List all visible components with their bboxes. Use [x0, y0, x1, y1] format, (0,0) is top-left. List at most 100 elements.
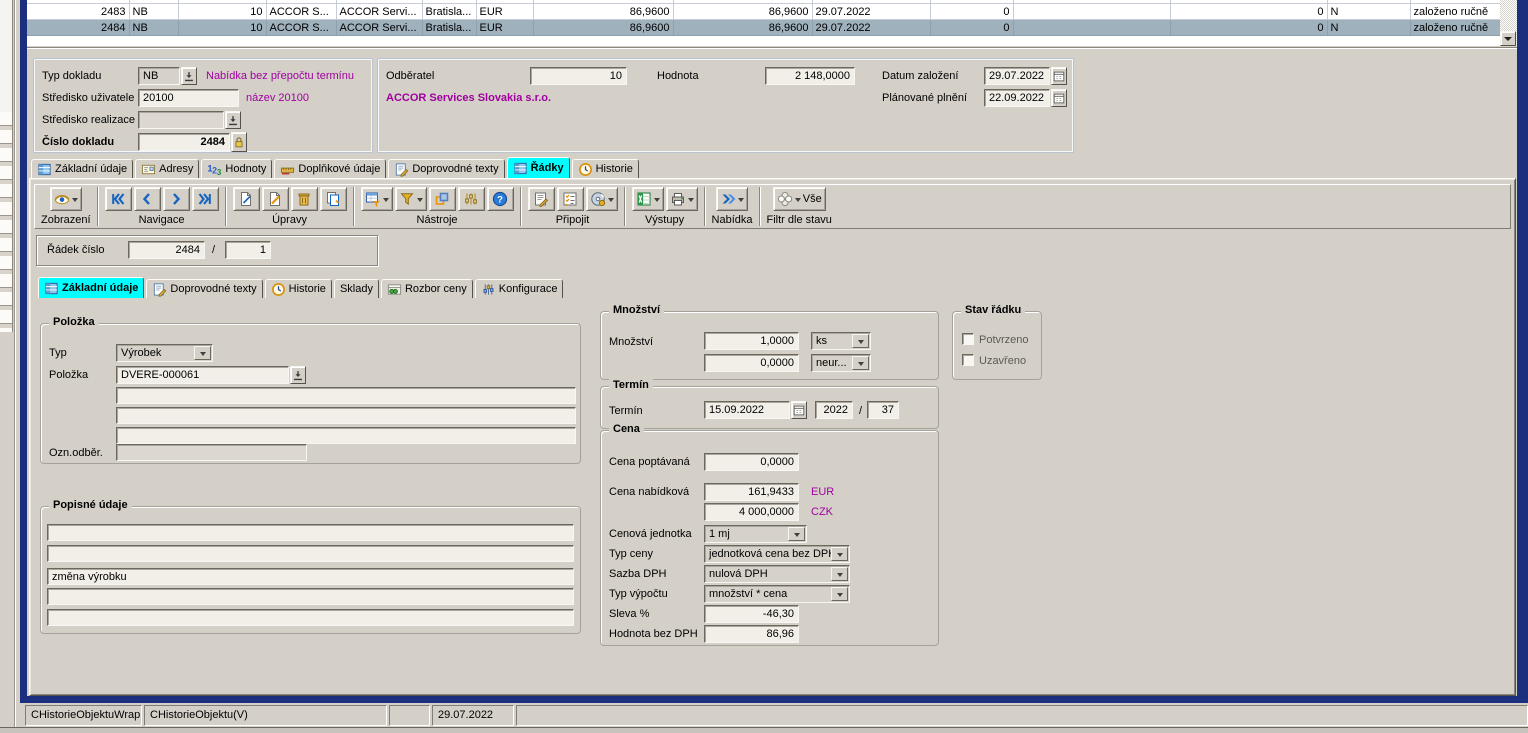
termin-calendar-button[interactable]: [791, 401, 807, 419]
typ-vypoctu-combo[interactable]: množství * cena: [704, 585, 850, 603]
tab-historie[interactable]: Historie: [572, 159, 639, 178]
tab-doplnkove-udaje[interactable]: Doplňkové údaje: [274, 159, 386, 178]
subtab-historie[interactable]: Historie: [265, 279, 332, 298]
polozka-field[interactable]: DVERE-000061: [116, 366, 289, 384]
jednotka-alt-combo[interactable]: neur...: [811, 354, 871, 372]
edit-document-icon: [267, 191, 283, 207]
ozn-odber-field[interactable]: [116, 444, 307, 461]
subtab-sklady[interactable]: Sklady: [334, 279, 379, 298]
popis-line-2[interactable]: [47, 545, 574, 562]
combo-arrow-button[interactable]: [852, 356, 869, 370]
help-button[interactable]: ?: [487, 187, 514, 211]
popis-line-3[interactable]: změna výrobku: [47, 568, 574, 585]
polozka-name-line-2[interactable]: [116, 407, 576, 424]
first-record-button[interactable]: [105, 187, 132, 211]
subtab-konfigurace[interactable]: Konfigurace: [475, 279, 564, 298]
datum-zalozeni-calendar-button[interactable]: [1051, 67, 1067, 85]
stredisko-uzivatele-field[interactable]: 20100: [138, 89, 239, 107]
combo-arrow-button[interactable]: [831, 587, 848, 601]
dropdown-arrow-icon: [654, 198, 660, 205]
records-grid[interactable]: 2483NB10ACCOR S...ACCOR Servi...Bratisla…: [27, 0, 1500, 46]
delete-record-button[interactable]: [291, 187, 318, 211]
status-filter-button[interactable]: Vše: [773, 187, 826, 211]
tab-doprovodne-texty[interactable]: Doprovodné texty: [388, 159, 504, 178]
uzavreno-checkbox[interactable]: [962, 354, 974, 366]
odberatel-field[interactable]: 10: [530, 67, 627, 85]
planovane-plneni-field[interactable]: 22.09.2022: [984, 89, 1050, 107]
export-excel-button[interactable]: [632, 187, 664, 211]
typ-dokladu-pick-button[interactable]: [181, 67, 197, 85]
grid-vertical-scrollbar[interactable]: [1500, 0, 1517, 46]
sleva-field[interactable]: -46,30: [704, 605, 799, 623]
combo-arrow-button[interactable]: [831, 567, 848, 581]
planovane-plneni-calendar-button[interactable]: [1051, 89, 1067, 107]
offer-actions-button[interactable]: [716, 187, 748, 211]
lock-button[interactable]: [231, 132, 247, 152]
termin-date-field[interactable]: 15.09.2022: [704, 401, 790, 419]
records-table[interactable]: 2483NB10ACCOR S...ACCOR Servi...Bratisla…: [27, 0, 1500, 36]
scroll-down-button[interactable]: [1500, 31, 1516, 46]
popis-line-1[interactable]: [47, 524, 574, 541]
next-record-button[interactable]: [163, 187, 190, 211]
link-button[interactable]: [429, 187, 456, 211]
grid-row[interactable]: 2483NB10ACCOR S...ACCOR Servi...Bratisla…: [27, 4, 1500, 20]
attach-checklist-button[interactable]: [557, 187, 584, 211]
subtab-zakladni-udaje[interactable]: Základní údaje: [38, 277, 144, 298]
termin-year-field[interactable]: 2022: [815, 401, 853, 419]
previous-record-button[interactable]: [134, 187, 161, 211]
tab-radky[interactable]: Řádky: [507, 157, 570, 178]
new-record-button[interactable]: [233, 187, 260, 211]
link-icon: [434, 191, 450, 207]
edit-record-button[interactable]: [262, 187, 289, 211]
combo-arrow-button[interactable]: [831, 547, 848, 561]
typ-combo[interactable]: Výrobek: [116, 344, 213, 362]
hodnota-bez-dph-field[interactable]: 86,96: [704, 625, 799, 643]
status-bar: CHistorieObjektuWrappe CHistorieObjektu(…: [25, 704, 1528, 727]
cena-poptavana-field[interactable]: 0,0000: [704, 453, 799, 471]
grid-row[interactable]: 2484NB10ACCOR S...ACCOR Servi...Bratisla…: [27, 20, 1500, 36]
tab-hodnoty[interactable]: 123 Hodnoty: [201, 159, 272, 178]
cislo-dokladu-field[interactable]: 2484: [138, 133, 230, 151]
polozka-pick-button[interactable]: [290, 366, 306, 384]
combo-arrow-button[interactable]: [194, 346, 211, 360]
hodnota-field[interactable]: 2 148,0000: [765, 67, 855, 85]
tab-zakladni-udaje[interactable]: Základní údaje: [31, 159, 133, 178]
radek-page-field[interactable]: 1: [225, 241, 271, 259]
filter-button[interactable]: [395, 187, 427, 211]
last-record-button[interactable]: [192, 187, 219, 211]
dock-strip-segments[interactable]: [0, 112, 13, 332]
radek-cislo-field[interactable]: 2484: [128, 241, 205, 259]
cena-nabidkova-field[interactable]: 161,9433: [704, 483, 799, 501]
attach-media-button[interactable]: [586, 187, 618, 211]
potvrzeno-checkbox[interactable]: [962, 333, 974, 345]
cenova-jednotka-combo[interactable]: 1 mj: [704, 525, 807, 543]
polozka-name-line-3[interactable]: [116, 427, 576, 444]
sazba-dph-combo[interactable]: nulová DPH: [704, 565, 850, 583]
copy-record-button[interactable]: [320, 187, 347, 211]
attach-note-button[interactable]: [528, 187, 555, 211]
mnozstvi-alt-field[interactable]: 0,0000: [704, 354, 799, 372]
termin-week-field[interactable]: 37: [867, 401, 899, 419]
popis-line-4[interactable]: [47, 588, 574, 605]
tab-label: Konfigurace: [499, 283, 558, 295]
combo-arrow-button[interactable]: [852, 334, 869, 348]
cena-nabidkova-czk-field[interactable]: 4 000,0000: [704, 503, 799, 521]
datum-zalozeni-field[interactable]: 29.07.2022: [984, 67, 1050, 85]
stredisko-realizace-field[interactable]: [138, 111, 224, 129]
mnozstvi-field[interactable]: 1,0000: [704, 332, 799, 350]
jednotka-combo[interactable]: ks: [811, 332, 871, 350]
typ-ceny-combo[interactable]: jednotková cena bez DPH: [704, 545, 850, 563]
settings-button[interactable]: [458, 187, 485, 211]
combo-arrow-button[interactable]: [788, 527, 805, 541]
view-options-button[interactable]: [50, 187, 82, 211]
popis-line-5[interactable]: [47, 609, 574, 626]
subtab-doprovodne-texty[interactable]: Doprovodné texty: [146, 279, 262, 298]
polozka-name-line-1[interactable]: [116, 387, 576, 404]
tab-adresy[interactable]: Adresy: [135, 159, 199, 178]
subtab-rozbor-ceny[interactable]: Rozbor ceny: [381, 279, 473, 298]
print-button[interactable]: [666, 187, 698, 211]
typ-dokladu-field[interactable]: NB: [138, 67, 180, 85]
toolbar-group-nastroje: ? Nástroje: [355, 185, 520, 228]
table-filter-button[interactable]: [361, 187, 393, 211]
stredisko-realizace-pick-button[interactable]: [225, 111, 241, 129]
